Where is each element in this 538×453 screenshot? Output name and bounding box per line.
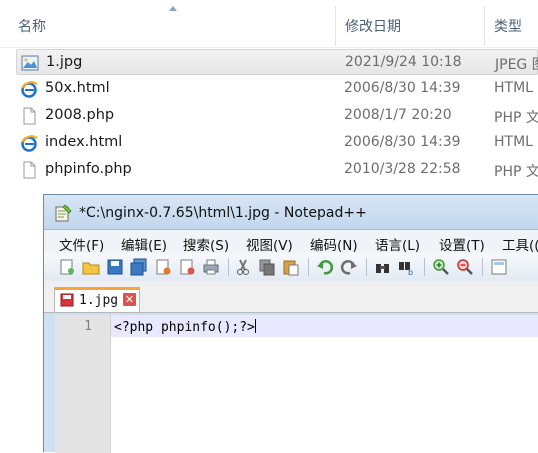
tab-1-jpg[interactable]: 1.jpg ✕ (54, 287, 140, 312)
line-number: 1 (84, 319, 92, 334)
new-file-icon[interactable] (58, 258, 76, 276)
column-header-bar: 名称 修改日期 类型 (0, 0, 538, 48)
svg-text:b: b (408, 268, 413, 276)
ie-html-icon (20, 80, 38, 98)
menu-search[interactable]: 搜索(S) (183, 234, 229, 254)
window-title: *C:\nginx-0.7.65\html\1.jpg - Notepad++ (79, 205, 367, 221)
undo-icon[interactable] (316, 258, 334, 276)
code-text: <?php phpinfo();?> (114, 319, 256, 335)
file-row[interactable]: 50x.html 2006/8/30 14:39 HTML (16, 76, 538, 102)
sort-ascending-icon[interactable] (169, 6, 177, 11)
find-icon[interactable] (374, 258, 392, 276)
line-number-gutter: 1 (55, 315, 111, 453)
save-icon[interactable] (106, 258, 124, 276)
column-header-type[interactable]: 类型 (494, 16, 522, 36)
file-type: JPEG 图 (495, 57, 538, 73)
cut-icon[interactable] (234, 258, 252, 276)
file-row[interactable]: 1.jpg 2021/9/24 10:18 JPEG 图 (16, 49, 538, 75)
current-line[interactable]: <?php phpinfo();?> (111, 315, 538, 337)
menu-encoding[interactable]: 编码(N) (310, 234, 358, 254)
file-row[interactable]: index.html 2006/8/30 14:39 HTML (16, 130, 538, 156)
text-caret (254, 319, 256, 333)
replace-icon[interactable]: b (398, 258, 416, 276)
column-header-name[interactable]: 名称 (18, 16, 46, 36)
zoom-out-icon[interactable] (456, 258, 474, 276)
tab-label: 1.jpg (79, 293, 119, 308)
notepad-plus-plus-window: *C:\nginx-0.7.65\html\1.jpg - Notepad++ … (43, 194, 538, 453)
close-icon[interactable] (154, 258, 172, 276)
unsaved-file-icon (60, 293, 74, 307)
notepad-app-icon[interactable] (54, 204, 72, 222)
file-modified-date: 2008/1/7 20:20 (344, 107, 452, 123)
file-name: 1.jpg (46, 54, 83, 70)
toolbar-separator (228, 258, 229, 276)
save-all-icon[interactable] (130, 258, 148, 276)
menu-file[interactable]: 文件(F) (59, 234, 104, 254)
toolbar-separator (366, 258, 367, 276)
column-divider[interactable] (335, 6, 336, 46)
zoom-in-icon[interactable] (432, 258, 450, 276)
document-tab-strip: 1.jpg ✕ (44, 281, 538, 313)
blank-file-icon (20, 107, 38, 125)
tab-close-icon[interactable]: ✕ (123, 293, 136, 306)
print-icon[interactable] (202, 258, 220, 276)
file-row[interactable]: 2008.php 2008/1/7 20:20 PHP 文 (16, 103, 538, 129)
toolbar-separator (482, 258, 483, 276)
file-name: index.html (45, 134, 123, 150)
file-row[interactable]: phpinfo.php 2010/3/28 22:58 PHP 文 (16, 157, 538, 183)
file-modified-date: 2010/3/28 22:58 (344, 161, 461, 177)
open-file-icon[interactable] (82, 258, 100, 276)
jpeg-image-icon (21, 54, 39, 72)
redo-icon[interactable] (340, 258, 358, 276)
file-modified-date: 2006/8/30 14:39 (344, 80, 461, 96)
sync-icon[interactable] (490, 258, 508, 276)
file-name: phpinfo.php (45, 161, 132, 177)
paste-icon[interactable] (282, 258, 300, 276)
file-type: PHP 文 (494, 164, 538, 180)
file-type: PHP 文 (494, 110, 538, 126)
blank-file-icon (20, 161, 38, 179)
file-type: HTML (494, 80, 533, 96)
menu-view[interactable]: 视图(V) (246, 234, 293, 254)
file-name: 50x.html (45, 80, 110, 96)
toolbar: b (44, 253, 538, 282)
menu-edit[interactable]: 编辑(E) (121, 234, 167, 254)
toolbar-separator (308, 258, 309, 276)
title-bar[interactable]: *C:\nginx-0.7.65\html\1.jpg - Notepad++ (44, 195, 538, 229)
column-header-modified[interactable]: 修改日期 (345, 16, 401, 36)
file-modified-date: 2006/8/30 14:39 (344, 134, 461, 150)
toolbar-separator (424, 258, 425, 276)
ie-html-icon (20, 134, 38, 152)
menu-settings[interactable]: 设置(T) (439, 234, 485, 254)
column-divider[interactable] (484, 6, 485, 46)
menu-bar: 文件(F) 编辑(E) 搜索(S) 视图(V) 编码(N) 语言(L) 设置(T… (44, 229, 538, 254)
file-modified-date: 2021/9/24 10:18 (345, 54, 462, 70)
editor-area[interactable]: 1 <?php phpinfo();?> (55, 315, 538, 453)
menu-language[interactable]: 语言(L) (375, 234, 420, 254)
file-name: 2008.php (45, 107, 115, 123)
copy-icon[interactable] (258, 258, 276, 276)
menu-tools[interactable]: 工具(( (502, 234, 538, 254)
close-all-icon[interactable] (178, 258, 196, 276)
file-type: HTML (494, 134, 533, 150)
